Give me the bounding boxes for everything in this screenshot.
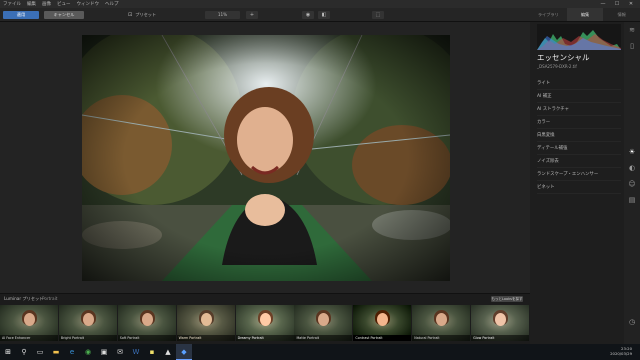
preset-thumb-label: AI Face Enhancer — [0, 335, 58, 341]
preset-thumb-label: Dreamy Portrait — [235, 335, 294, 341]
preset-thumb-label: Soft Portrait — [117, 335, 176, 341]
preset-thumb-label: Glow Portrait — [471, 335, 530, 341]
tab-info[interactable]: 情報 — [603, 8, 640, 21]
preset-thumb[interactable]: Glow Portrait — [471, 305, 530, 341]
menu-edit[interactable]: 編集 — [27, 1, 36, 7]
image-canvas[interactable] — [0, 22, 530, 303]
clock-icon[interactable]: ◷ — [628, 318, 636, 326]
film-icon[interactable]: ▤ — [628, 196, 636, 204]
clock-date: 2020/03/29 — [610, 351, 632, 356]
tool-bw[interactable]: 白黒変換 — [537, 129, 621, 142]
edit-panel: エッセンシャル _DSA2579-DXR-2.tif ライト AI 補正 AI … — [530, 22, 624, 344]
preset-thumb[interactable]: AI Face Enhancer — [0, 305, 58, 341]
presets-bar: Luminar プリセット Portrait もっとLooksを探す AI Fa… — [0, 293, 530, 344]
tool-list: ライト AI 補正 AI ストラクチャ カラー 白黒変換 ディテール補強 ノイズ… — [537, 77, 621, 194]
compare-icon[interactable]: ▯ — [628, 42, 636, 50]
histogram — [537, 24, 621, 50]
crop-icon[interactable]: ⬚ — [372, 11, 384, 19]
task-view-icon[interactable]: ▭ — [32, 344, 48, 360]
preset-thumb-label: Bright Portrait — [58, 335, 117, 341]
face-icon[interactable]: ☺ — [628, 180, 636, 188]
preset-thumb[interactable]: Soft Portrait — [117, 305, 176, 341]
window-controls: — ☐ ✕ — [596, 0, 638, 8]
preset-thumb-label: Contrast Portrait — [353, 335, 412, 341]
luminar-icon[interactable]: ◆ — [176, 344, 192, 360]
word-icon[interactable]: W — [128, 344, 144, 360]
side-icon-strip: ≋ ▯ ☀ ◐ ☺ ▤ ◷ — [624, 22, 640, 344]
tool-denoise[interactable]: ノイズ除去 — [537, 155, 621, 168]
eye-icon[interactable]: ◉ — [302, 11, 314, 19]
panel-title: エッセンシャル — [537, 53, 590, 62]
chrome-icon[interactable]: ◉ — [80, 344, 96, 360]
menu-window[interactable]: ウィンドウ — [77, 1, 100, 7]
preset-thumb[interactable]: Contrast Portrait — [353, 305, 412, 341]
palette-icon[interactable]: ◐ — [628, 164, 636, 172]
tool-ai-enhance[interactable]: AI 補正 — [537, 90, 621, 103]
menu-view[interactable]: ビュー — [57, 1, 71, 7]
search-icon[interactable]: ⚲ — [16, 344, 32, 360]
tab-library[interactable]: ライブラリ — [530, 8, 567, 21]
preset-thumb-label: Warm Portrait — [176, 335, 235, 341]
menu-file[interactable]: ファイル — [3, 1, 21, 7]
explorer-icon[interactable]: ▬ — [48, 344, 64, 360]
right-tabs: ライブラリ 編集 情報 — [530, 8, 640, 22]
preset-thumb[interactable]: Bright Portrait — [58, 305, 117, 341]
tool-light[interactable]: ライト — [537, 77, 621, 90]
taskbar: ⊞ ⚲ ▭ ▬ e ◉ ▣ ✉ W ▪ ▲ ◆ 23:20 2020/03/29 — [0, 344, 640, 360]
system-clock[interactable]: 23:20 2020/03/29 — [610, 346, 632, 356]
edge-icon[interactable]: e — [64, 344, 80, 360]
histogram-graph — [537, 30, 621, 50]
presets-tab-luminar[interactable]: Luminar プリセット — [4, 296, 43, 302]
cancel-button[interactable]: キャンセル — [44, 11, 84, 19]
apply-button[interactable]: 適用 — [3, 11, 39, 19]
tool-vignette[interactable]: ビネット — [537, 181, 621, 194]
zoom-in-button[interactable]: + — [246, 11, 258, 19]
zoom-select[interactable]: 11% — [205, 11, 240, 19]
sun-icon[interactable]: ☀ — [628, 148, 636, 156]
maximize-icon[interactable]: ☐ — [610, 0, 624, 8]
menu-image[interactable]: 画像 — [42, 1, 51, 7]
file-name: _DSA2579-DXR-2.tif — [537, 64, 577, 69]
photo-illustration — [82, 35, 450, 281]
preset-thumbnails: AI Face Enhancer Bright Portrait Soft Po… — [0, 305, 530, 343]
photos-icon[interactable]: ▲ — [160, 344, 176, 360]
more-looks-button[interactable]: もっとLooksを探す — [491, 296, 523, 302]
tool-color[interactable]: カラー — [537, 116, 621, 129]
preset-label: プリセット — [135, 12, 157, 17]
preset-thumb[interactable]: Dreamy Portrait — [235, 305, 294, 341]
menu-bar: ファイル 編集 画像 ビュー ウィンドウ ヘルプ — [0, 0, 640, 8]
compare-icon[interactable]: ◧ — [318, 11, 330, 19]
mail-icon[interactable]: ✉ — [112, 344, 128, 360]
tool-ai-structure[interactable]: AI ストラクチャ — [537, 103, 621, 116]
tab-edit[interactable]: 編集 — [566, 8, 604, 21]
minimize-icon[interactable]: — — [596, 0, 610, 8]
close-icon[interactable]: ✕ — [624, 0, 638, 8]
sticky-icon[interactable]: ▪ — [144, 344, 160, 360]
preset-thumb[interactable]: Matte Portrait — [294, 305, 353, 341]
store-icon[interactable]: ▣ — [96, 344, 112, 360]
preset-icon: ⊡ — [128, 12, 133, 18]
preset-thumb-label: Natural Portrait — [412, 335, 471, 341]
tool-landscape[interactable]: ランドスケープ・エンハンサー — [537, 168, 621, 181]
layers-icon[interactable]: ≋ — [628, 26, 636, 34]
windows-icon[interactable]: ⊞ — [0, 344, 16, 360]
photo[interactable] — [82, 35, 450, 281]
preset-thumb[interactable]: Warm Portrait — [176, 305, 235, 341]
presets-tab-portrait[interactable]: Portrait — [42, 296, 57, 301]
tool-details[interactable]: ディテール補強 — [537, 142, 621, 155]
preset-button[interactable]: ⊡ プリセット — [128, 11, 156, 19]
preset-thumb[interactable]: Natural Portrait — [412, 305, 471, 341]
preset-thumb-label: Matte Portrait — [294, 335, 353, 341]
menu-help[interactable]: ヘルプ — [105, 1, 119, 7]
